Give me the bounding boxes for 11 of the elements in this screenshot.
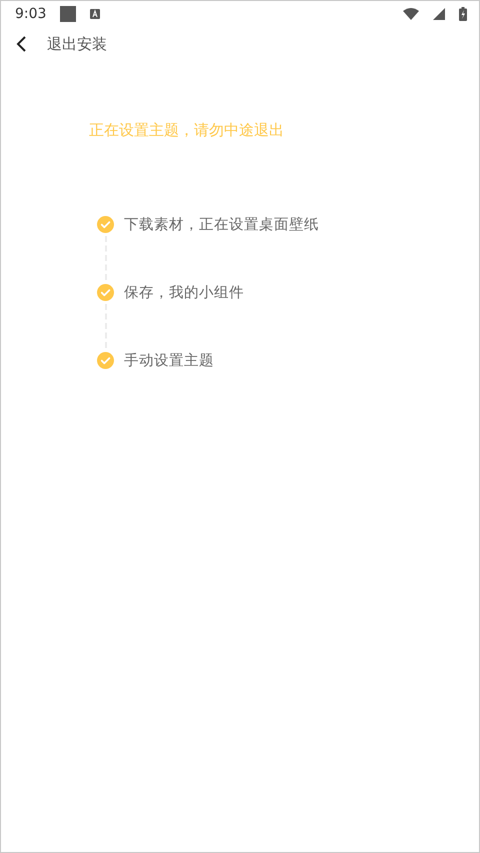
step-label: 手动设置主题 — [124, 352, 214, 370]
signal-icon — [433, 8, 445, 20]
notification-icon — [90, 9, 100, 19]
status-message: 正在设置主题，请勿中途退出 — [89, 121, 285, 140]
square-icon — [60, 6, 76, 22]
wifi-icon — [403, 8, 419, 20]
battery-icon — [459, 7, 467, 21]
status-time: 9:03 — [15, 6, 46, 22]
step-label: 保存，我的小组件 — [124, 284, 244, 302]
step-label: 下载素材，正在设置桌面壁纸 — [124, 216, 319, 234]
page-title: 退出安装 — [47, 34, 107, 54]
